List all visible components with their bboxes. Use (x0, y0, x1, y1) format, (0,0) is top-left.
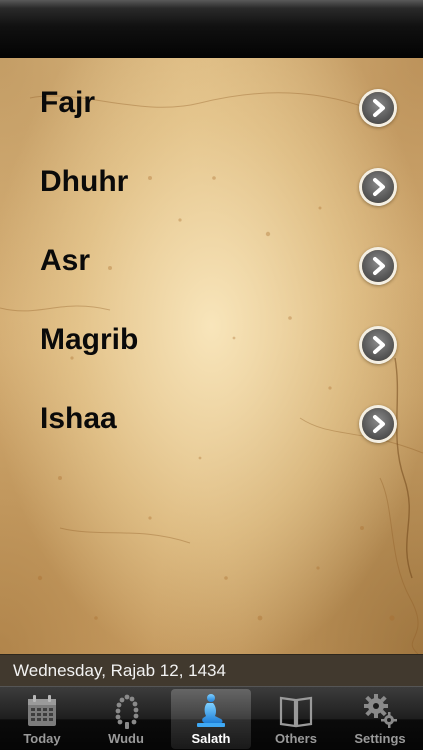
tab-today[interactable]: Today (2, 689, 82, 749)
prayer-row-magrib[interactable]: Magrib (0, 295, 423, 374)
prayer-list: Fajr Dhuhr Asr Magrib Ishaa (0, 58, 423, 453)
app-screen: Fajr Dhuhr Asr Magrib Ishaa Wednesday, R… (0, 0, 423, 750)
prayer-name: Dhuhr (40, 165, 129, 198)
navigation-bar (0, 0, 423, 59)
chevron-right-icon[interactable] (362, 171, 394, 203)
prayer-row-ishaa[interactable]: Ishaa (0, 374, 423, 453)
parchment-background: Fajr Dhuhr Asr Magrib Ishaa (0, 58, 423, 654)
tab-label: Today (23, 731, 61, 746)
hijri-date-text: Wednesday, Rajab 12, 1434 (13, 661, 226, 680)
tab-settings[interactable]: Settings (340, 689, 420, 749)
chevron-right-icon[interactable] (362, 329, 394, 361)
chevron-right-icon[interactable] (362, 250, 394, 282)
tab-label: Others (275, 731, 317, 746)
prayer-row-dhuhr[interactable]: Dhuhr (0, 137, 423, 216)
chevron-right-icon[interactable] (362, 408, 394, 440)
prayer-name: Fajr (40, 86, 96, 119)
praying-person-icon (197, 694, 225, 727)
tab-label: Settings (354, 731, 406, 746)
tab-label: Wudu (108, 731, 144, 746)
open-book-icon (279, 696, 313, 728)
prayer-name: Asr (40, 244, 91, 277)
gears-icon (364, 694, 397, 728)
prayer-name: Magrib (40, 323, 139, 356)
tab-bar: Today Wudu Salath Others Settings (0, 686, 423, 750)
chevron-right-icon[interactable] (362, 92, 394, 124)
prayer-row-fajr[interactable]: Fajr (0, 58, 423, 137)
tab-others[interactable]: Others (256, 689, 336, 749)
calendar-icon (28, 695, 56, 726)
prayer-row-asr[interactable]: Asr (0, 216, 423, 295)
date-bar: Wednesday, Rajab 12, 1434 (0, 654, 423, 687)
prayer-name: Ishaa (40, 402, 117, 435)
tab-wudu[interactable]: Wudu (86, 689, 166, 749)
prayer-beads-icon (115, 694, 139, 729)
tab-salath[interactable]: Salath (171, 689, 251, 749)
tab-label: Salath (191, 731, 231, 746)
